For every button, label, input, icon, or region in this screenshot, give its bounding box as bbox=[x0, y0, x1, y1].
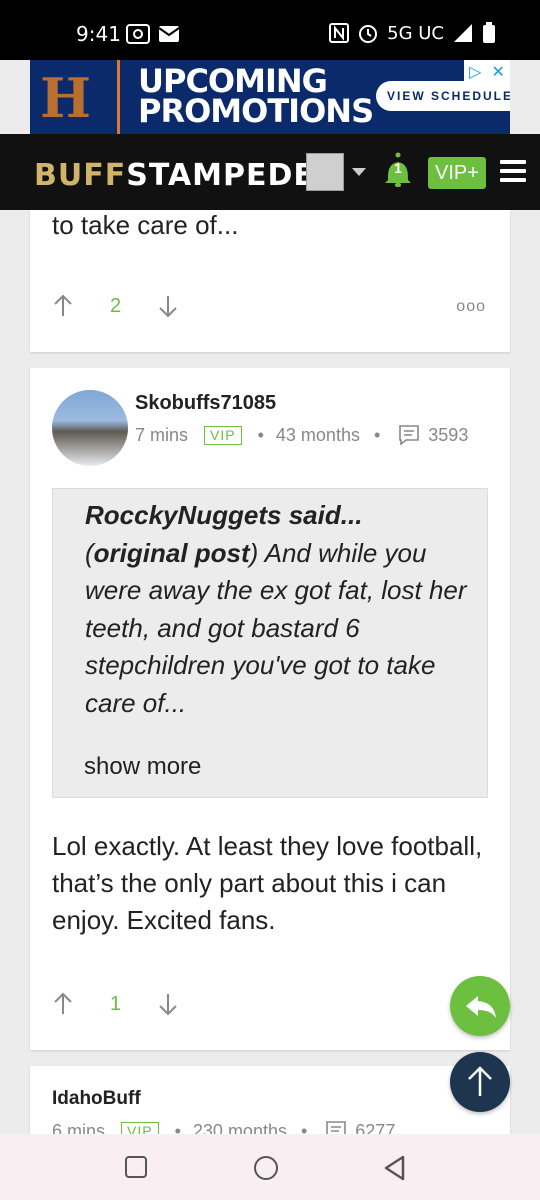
system-nav-bar bbox=[0, 1134, 540, 1200]
post-card: to take care of... 2 ooo bbox=[30, 210, 510, 352]
chevron-down-icon[interactable] bbox=[352, 168, 366, 176]
vote-controls: 2 bbox=[52, 294, 179, 318]
member-tenure: 43 months bbox=[275, 424, 360, 445]
avatar[interactable] bbox=[52, 390, 128, 466]
close-icon[interactable]: ✕ bbox=[492, 62, 505, 82]
status-bar: 9:41 5G UC bbox=[0, 0, 540, 60]
notification-count: 1 bbox=[394, 160, 402, 176]
vote-count: 1 bbox=[110, 992, 122, 1015]
mail-icon bbox=[158, 26, 180, 42]
adchoices-icon[interactable]: ▷ bbox=[469, 62, 481, 82]
recents-icon[interactable] bbox=[125, 1156, 147, 1178]
reply-button[interactable] bbox=[450, 976, 510, 1036]
original-post-link[interactable]: original post bbox=[94, 538, 250, 568]
site-header: BUFFSTAMPEDE 1 VIP+ bbox=[0, 134, 540, 210]
post-body: Lol exactly. At least they love football… bbox=[52, 831, 483, 935]
quote-author[interactable]: RocckyNuggets said... bbox=[85, 500, 362, 530]
show-more-link[interactable]: show more bbox=[84, 753, 201, 781]
site-logo[interactable]: BUFFSTAMPEDE bbox=[34, 158, 315, 193]
post-meta: 7 mins VIP • 43 months • 3593 bbox=[135, 424, 469, 446]
quoted-post: RocckyNuggets said... (original post) And… bbox=[52, 488, 488, 798]
ad-banner[interactable]: H UPCOMING PROMOTIONS VIEW SCHEDULE ▷ ✕ bbox=[30, 60, 510, 134]
downvote-icon[interactable] bbox=[157, 992, 179, 1016]
vote-count: 2 bbox=[110, 294, 122, 317]
post-time: 7 mins bbox=[135, 424, 189, 445]
post-count: 3593 bbox=[428, 424, 469, 445]
alarm-icon bbox=[359, 25, 378, 43]
post-card: Skobuffs71085 7 mins VIP • 43 months • 3… bbox=[30, 368, 510, 1050]
notifications-button[interactable]: 1 bbox=[382, 152, 414, 188]
more-options-icon[interactable]: ooo bbox=[456, 298, 486, 316]
ad-title: UPCOMING PROMOTIONS bbox=[138, 62, 374, 130]
network-type: 5G UC bbox=[387, 22, 444, 44]
post-body: to take care of... bbox=[52, 210, 239, 240]
signal-icon bbox=[454, 24, 472, 42]
vip-badge: VIP bbox=[204, 425, 242, 445]
arrow-up-icon bbox=[468, 1066, 492, 1096]
scroll-to-top-button[interactable] bbox=[450, 1052, 510, 1112]
status-time: 9:41 bbox=[76, 22, 121, 46]
user-avatar-button[interactable] bbox=[306, 153, 344, 191]
upvote-icon[interactable] bbox=[52, 992, 74, 1016]
posts-count-icon bbox=[399, 425, 420, 446]
back-icon[interactable] bbox=[383, 1155, 407, 1181]
ad-close-controls[interactable]: ▷ ✕ bbox=[464, 60, 510, 84]
nfc-icon bbox=[329, 23, 350, 43]
post-username[interactable]: IdahoBuff bbox=[52, 1088, 141, 1110]
post-card: IdahoBuff 6 mins VIP • 230 months • 6277 bbox=[30, 1066, 510, 1136]
downvote-icon[interactable] bbox=[157, 294, 179, 318]
home-icon[interactable] bbox=[254, 1156, 278, 1180]
vote-controls: 1 bbox=[52, 992, 179, 1016]
post-username[interactable]: Skobuffs71085 bbox=[135, 392, 276, 415]
battery-icon bbox=[483, 22, 495, 43]
reply-icon bbox=[466, 996, 496, 1018]
cast-icon bbox=[126, 24, 150, 44]
ad-logo: H bbox=[30, 60, 120, 134]
upvote-icon[interactable] bbox=[52, 294, 74, 318]
vip-plus-button[interactable]: VIP+ bbox=[428, 157, 486, 189]
view-schedule-button[interactable]: VIEW SCHEDULE bbox=[376, 81, 510, 111]
hamburger-menu-icon[interactable] bbox=[500, 160, 526, 184]
